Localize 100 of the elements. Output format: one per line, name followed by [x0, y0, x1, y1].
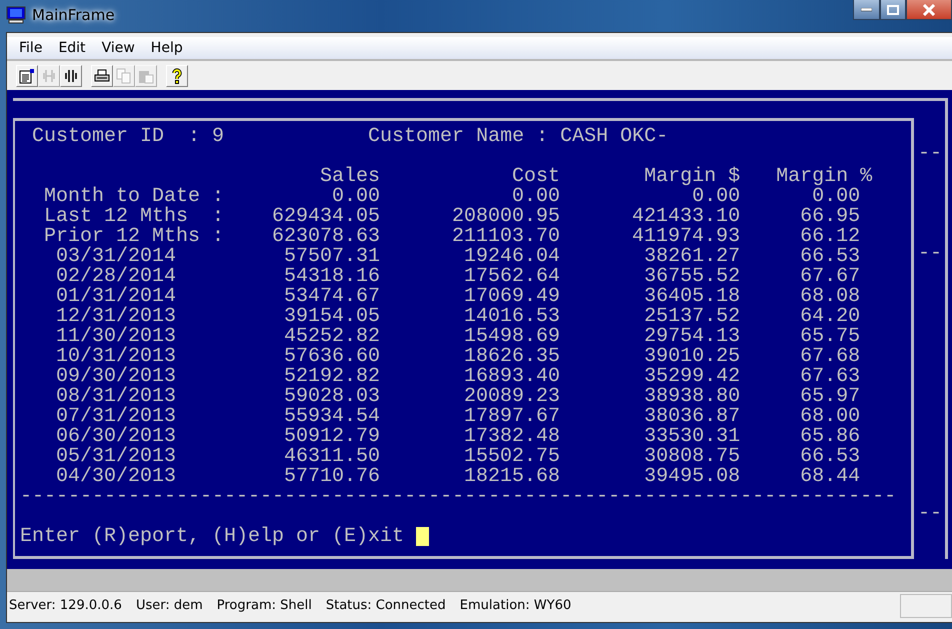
properties-icon: [19, 68, 35, 84]
value-cell-text: 53474.67: [283, 287, 380, 307]
value-cell-text: 54318.16: [283, 267, 380, 287]
close-icon: [922, 4, 936, 16]
value-cell-text: 38261.27: [643, 247, 740, 267]
plug-icon: [41, 68, 57, 84]
customer-id: Customer ID : 9: [32, 127, 226, 147]
value-cell-text: 66.53: [799, 447, 860, 467]
value-cell-text: 17069.49: [463, 287, 560, 307]
value-cell-text: 57636.60: [283, 347, 380, 367]
print-icon: [94, 68, 110, 84]
value-cell-text: 629434.05: [271, 207, 380, 227]
menu-item[interactable]: Help: [142, 40, 191, 56]
value-cell-text: 29754.13: [643, 327, 740, 347]
maximize-icon: [887, 4, 899, 14]
value-cell-text: 64.20: [799, 307, 860, 327]
month-label: 11/30/2013: [55, 327, 178, 347]
value-cell-text: 39010.25: [643, 347, 740, 367]
value-cell-text: 38036.87: [643, 407, 740, 427]
column-header: Cost: [511, 167, 560, 187]
value-cell-text: 25137.52: [643, 307, 740, 327]
value-cell-text: 57507.31: [283, 247, 380, 267]
value-cell-text: 39495.08: [643, 467, 740, 487]
value-cell-text: 68.08: [799, 287, 860, 307]
customer-name: Customer Name : CASH OKC-: [368, 127, 670, 147]
value-cell-text: 623078.63: [271, 227, 380, 247]
column-header: Sales: [319, 167, 380, 187]
unplug-icon: [63, 68, 79, 84]
help-button[interactable]: [166, 64, 188, 86]
value-cell-text: 0.00: [692, 187, 740, 207]
status-item: Emulation: WY60: [458, 598, 572, 613]
value-cell-text: 67.63: [799, 367, 860, 387]
value-cell-text: 35299.42: [643, 367, 740, 387]
status-item: Status: Connected: [324, 598, 447, 613]
value-cell-text: 0.00: [812, 187, 860, 207]
month-label: 10/31/2013: [55, 347, 178, 367]
window-title: MainFrame: [32, 6, 115, 24]
value-cell-text: 65.97: [799, 387, 860, 407]
month-label: 05/31/2013: [55, 447, 178, 467]
minimize-icon: [861, 8, 872, 12]
value-cell-text: 52192.82: [283, 367, 380, 387]
border-mark: --: [918, 504, 944, 524]
month-label: 02/28/2014: [55, 267, 178, 287]
command-prompt: Enter (R)eport, (H)elp or (E)xit: [20, 525, 404, 548]
month-label: 03/31/2014: [55, 247, 178, 267]
month-label: 09/30/2013: [55, 367, 178, 387]
value-cell-text: 15498.69: [463, 327, 560, 347]
value-cell-text: 65.75: [799, 327, 860, 347]
value-cell-text: 68.00: [799, 407, 860, 427]
value-cell-text: 66.53: [799, 247, 860, 267]
value-cell-text: 59028.03: [283, 387, 380, 407]
value-cell-text: 38938.80: [643, 387, 740, 407]
column-header: Margin %: [775, 167, 872, 187]
status-item: User: dem: [134, 598, 204, 613]
menu-item[interactable]: View: [94, 40, 143, 56]
minimize-button[interactable]: [853, 0, 880, 20]
value-cell-text: 18215.68: [463, 467, 560, 487]
value-cell-text: 208000.95: [451, 207, 560, 227]
value-cell-text: 50912.79: [283, 427, 380, 447]
value-cell-text: 17562.64: [463, 267, 560, 287]
period-label: Prior 12 Mths :: [44, 227, 226, 247]
status-item: Server: 129.0.0.6: [8, 598, 123, 613]
value-cell-text: 57710.76: [283, 467, 380, 487]
copy-icon: [116, 68, 132, 84]
menu-item[interactable]: Edit: [50, 40, 94, 56]
value-cell-text: 65.86: [799, 427, 860, 447]
month-label: 04/30/2013: [55, 467, 178, 487]
value-cell-text: 30808.75: [643, 447, 740, 467]
period-label: Month to Date :: [44, 187, 226, 207]
monitor-icon: [6, 6, 26, 24]
maximize-button[interactable]: [880, 0, 906, 20]
value-cell-text: 15502.75: [463, 447, 560, 467]
border-mark: --: [918, 144, 944, 164]
disconnect-button[interactable]: [60, 64, 82, 86]
border-mark: --: [918, 244, 944, 264]
value-cell-text: 55934.54: [283, 407, 380, 427]
value-cell-text: 36755.52: [643, 267, 740, 287]
month-label: 01/31/2014: [55, 287, 178, 307]
properties-button[interactable]: [16, 64, 38, 86]
value-cell-text: 36405.18: [643, 287, 740, 307]
value-cell-text: 39154.05: [283, 307, 380, 327]
value-cell-text: 421433.10: [631, 207, 740, 227]
value-cell-text: 67.68: [799, 347, 860, 367]
value-cell-text: 66.95: [799, 207, 860, 227]
print-button[interactable]: [91, 64, 113, 86]
value-cell-text: 45252.82: [283, 327, 380, 347]
value-cell-text: 68.44: [799, 467, 860, 487]
value-cell-text: 14016.53: [463, 307, 560, 327]
period-label: Last 12 Mths :: [44, 207, 226, 227]
value-cell-text: 46311.50: [283, 447, 380, 467]
value-cell-text: 411974.93: [631, 227, 740, 247]
cursor: [416, 527, 430, 546]
close-button[interactable]: [906, 0, 952, 20]
value-cell-text: 0.00: [512, 187, 560, 207]
separator-line: -------------------------------------------------------------------------: [20, 485, 896, 508]
status-item: Program: Shell: [216, 598, 313, 613]
value-cell-text: 66.12: [799, 227, 860, 247]
menu-item[interactable]: File: [11, 40, 50, 56]
value-cell-text: 18626.35: [463, 347, 560, 367]
value-cell-text: 17382.48: [463, 427, 560, 447]
